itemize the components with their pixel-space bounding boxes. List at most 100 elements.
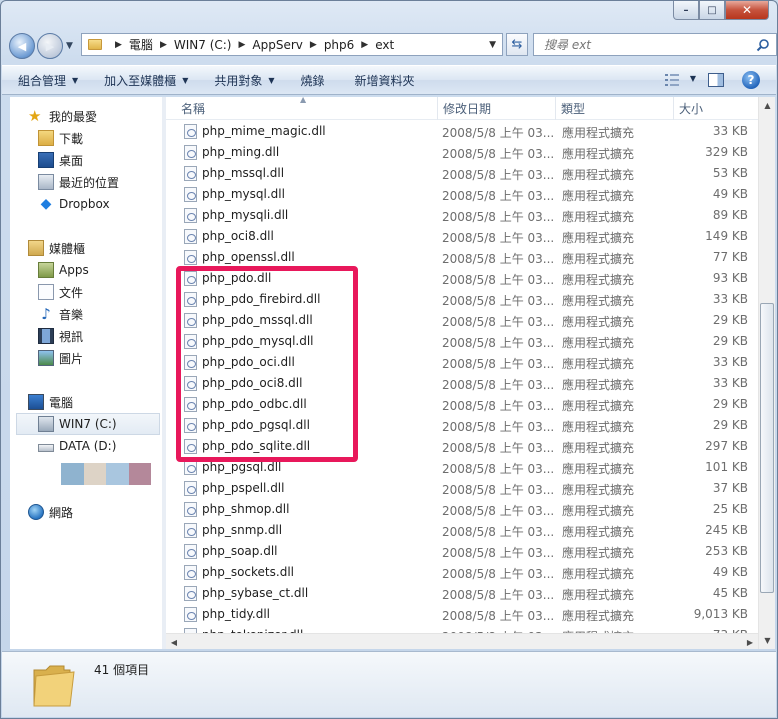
- file-row[interactable]: php_pspell.dll 2008/5/8 上午 03... 應用程式擴充 37 …: [166, 478, 758, 499]
- scroll-down-icon[interactable]: ▼: [759, 632, 776, 649]
- breadcrumb-chevron-icon[interactable]: ▶: [115, 40, 122, 50]
- sidebar-item-libraries[interactable]: 媒體櫃: [28, 237, 85, 259]
- address-bar[interactable]: ▶ 電腦 ▶ WIN7 (C:) ▶ AppServ ▶ php6 ▶ ext …: [81, 33, 503, 56]
- file-row[interactable]: php_mssql.dll 2008/5/8 上午 03... 應用程式擴充 53 K…: [166, 163, 758, 184]
- file-row[interactable]: php_pdo_firebird.dll 2008/5/8 上午 03... 應用程…: [166, 289, 758, 310]
- file-size: 33 KB: [712, 124, 748, 138]
- file-row[interactable]: php_mysql.dll 2008/5/8 上午 03... 應用程式擴充 49 K…: [166, 184, 758, 205]
- sidebar-item-computer[interactable]: 電腦: [28, 391, 73, 413]
- forward-button[interactable]: ▶: [37, 33, 63, 59]
- file-size: 29 KB: [712, 334, 748, 348]
- file-type: 應用程式擴充: [562, 357, 635, 371]
- breadcrumb-item[interactable]: ext: [375, 38, 394, 52]
- file-row[interactable]: php_pdo_odbc.dll 2008/5/8 上午 03... 應用程式擴充 2…: [166, 394, 758, 415]
- file-row[interactable]: php_tidy.dll 2008/5/8 上午 03... 應用程式擴充 9,013…: [166, 604, 758, 625]
- sidebar-item-drive-d[interactable]: DATA (D:): [38, 435, 116, 457]
- view-dropdown-icon[interactable]: ▼: [690, 74, 696, 83]
- minimize-button[interactable]: –: [673, 1, 699, 20]
- file-type: 應用程式擴充: [562, 567, 635, 581]
- sidebar-item-drive-c[interactable]: WIN7 (C:): [16, 413, 160, 435]
- minimize-icon: –: [683, 4, 689, 16]
- maximize-button[interactable]: □: [699, 1, 725, 20]
- add-to-library-menu[interactable]: 加入至媒體櫃 ▼: [104, 72, 188, 89]
- burn-button[interactable]: 燒錄: [301, 72, 325, 89]
- scrollbar-thumb[interactable]: [760, 303, 774, 593]
- scroll-left-icon[interactable]: ◀: [166, 634, 182, 650]
- vertical-scrollbar[interactable]: ▲ ▼: [758, 97, 775, 649]
- search-icon[interactable]: [756, 38, 770, 52]
- new-folder-button[interactable]: 新增資料夾: [355, 72, 415, 89]
- file-size: 101 KB: [705, 460, 748, 474]
- sidebar-item-recent[interactable]: 最近的位置: [38, 171, 119, 193]
- file-date: 2008/5/8 上午 03...: [442, 168, 555, 182]
- file-row[interactable]: php_soap.dll 2008/5/8 上午 03... 應用程式擴充 253 K…: [166, 541, 758, 562]
- file-row[interactable]: php_pdo.dll 2008/5/8 上午 03... 應用程式擴充 93 KB: [166, 268, 758, 289]
- sidebar-item-apps[interactable]: Apps: [38, 259, 89, 281]
- organize-menu[interactable]: 組合管理 ▼: [18, 72, 78, 89]
- sidebar-item-downloads[interactable]: 下載: [38, 127, 83, 149]
- file-row[interactable]: php_oci8.dll 2008/5/8 上午 03... 應用程式擴充 149 K…: [166, 226, 758, 247]
- file-row[interactable]: php_sockets.dll 2008/5/8 上午 03... 應用程式擴充 49…: [166, 562, 758, 583]
- file-row[interactable]: php_pdo_oci8.dll 2008/5/8 上午 03... 應用程式擴充 3…: [166, 373, 758, 394]
- horizontal-scrollbar[interactable]: ◀ ▶: [166, 633, 758, 649]
- file-date: 2008/5/8 上午 03...: [442, 567, 555, 581]
- help-icon[interactable]: ?: [742, 71, 760, 89]
- column-type[interactable]: 類型: [556, 97, 674, 120]
- file-type: 應用程式擴充: [562, 441, 635, 455]
- sidebar-item-network[interactable]: 網路: [28, 501, 73, 523]
- back-button[interactable]: ◀: [9, 33, 35, 59]
- file-name: php_pgsql.dll: [202, 460, 282, 474]
- sidebar-item-label: Apps: [59, 263, 89, 277]
- file-row[interactable]: php_pdo_oci.dll 2008/5/8 上午 03... 應用程式擴充 33…: [166, 352, 758, 373]
- file-row[interactable]: php_mime_magic.dll 2008/5/8 上午 03... 應用程式擴…: [166, 121, 758, 142]
- share-with-menu[interactable]: 共用對象 ▼: [214, 72, 274, 89]
- file-row[interactable]: php_pgsql.dll 2008/5/8 上午 03... 應用程式擴充 101 …: [166, 457, 758, 478]
- column-size[interactable]: 大小: [674, 97, 758, 120]
- refresh-button[interactable]: ⇆: [506, 33, 528, 56]
- file-row[interactable]: php_pdo_mysql.dll 2008/5/8 上午 03... 應用程式擴充…: [166, 331, 758, 352]
- breadcrumb-item[interactable]: php6: [324, 38, 354, 52]
- breadcrumb-chevron-icon[interactable]: ▶: [310, 40, 317, 50]
- breadcrumb-item[interactable]: WIN7 (C:): [174, 38, 232, 52]
- close-button[interactable]: ✕: [725, 1, 769, 20]
- file-row[interactable]: php_pdo_pgsql.dll 2008/5/8 上午 03... 應用程式擴充…: [166, 415, 758, 436]
- file-date: 2008/5/8 上午 03...: [442, 378, 555, 392]
- column-header: 名稱 ▲ 修改日期 類型 大小: [166, 97, 758, 120]
- scroll-up-icon[interactable]: ▲: [759, 97, 776, 114]
- search-box[interactable]: [533, 33, 777, 56]
- file-row[interactable]: php_sybase_ct.dll 2008/5/8 上午 03... 應用程式擴充…: [166, 583, 758, 604]
- file-row[interactable]: php_shmop.dll 2008/5/8 上午 03... 應用程式擴充 25 K…: [166, 499, 758, 520]
- breadcrumb-chevron-icon[interactable]: ▶: [160, 40, 167, 50]
- search-input[interactable]: [544, 37, 744, 52]
- file-name: php_mysqli.dll: [202, 208, 289, 222]
- file-row[interactable]: php_pdo_sqlite.dll 2008/5/8 上午 03... 應用程式擴…: [166, 436, 758, 457]
- file-row[interactable]: php_openssl.dll 2008/5/8 上午 03... 應用程式擴充 77…: [166, 247, 758, 268]
- sidebar-item-pictures[interactable]: 圖片: [38, 347, 83, 369]
- breadcrumb-item[interactable]: AppServ: [252, 38, 302, 52]
- file-row[interactable]: php_snmp.dll 2008/5/8 上午 03... 應用程式擴充 245 K…: [166, 520, 758, 541]
- file-row[interactable]: php_mysqli.dll 2008/5/8 上午 03... 應用程式擴充 89 …: [166, 205, 758, 226]
- scroll-right-icon[interactable]: ▶: [742, 634, 758, 650]
- sidebar-item-videos[interactable]: 視訊: [38, 325, 83, 347]
- file-type: 應用程式擴充: [562, 504, 635, 518]
- file-row[interactable]: php_ming.dll 2008/5/8 上午 03... 應用程式擴充 329 K…: [166, 142, 758, 163]
- column-date-modified[interactable]: 修改日期: [438, 97, 556, 120]
- sidebar-item-favorites[interactable]: ★ 我的最愛: [28, 105, 97, 127]
- breadcrumb-chevron-icon[interactable]: ▶: [361, 40, 368, 50]
- sidebar-item-documents[interactable]: 文件: [38, 281, 83, 303]
- file-type: 應用程式擴充: [562, 399, 635, 413]
- breadcrumb-chevron-icon[interactable]: ▶: [238, 40, 245, 50]
- breadcrumb-item[interactable]: 電腦: [129, 36, 153, 53]
- sidebar-item-desktop[interactable]: 桌面: [38, 149, 83, 171]
- history-dropdown-icon[interactable]: ▼: [66, 41, 73, 51]
- address-dropdown-icon[interactable]: ▼: [489, 40, 496, 50]
- file-row[interactable]: php_pdo_mssql.dll 2008/5/8 上午 03... 應用程式擴充…: [166, 310, 758, 331]
- sidebar-item-dropbox[interactable]: ◆ Dropbox: [38, 193, 110, 215]
- file-name: php_pdo.dll: [202, 271, 272, 285]
- sidebar-item-music[interactable]: ♪ 音樂: [38, 303, 83, 325]
- view-options-icon[interactable]: [664, 73, 680, 87]
- file-date: 2008/5/8 上午 03...: [442, 462, 555, 476]
- preview-pane-icon[interactable]: [708, 73, 724, 87]
- dll-file-icon: [184, 607, 197, 622]
- column-name[interactable]: 名稱: [176, 97, 438, 120]
